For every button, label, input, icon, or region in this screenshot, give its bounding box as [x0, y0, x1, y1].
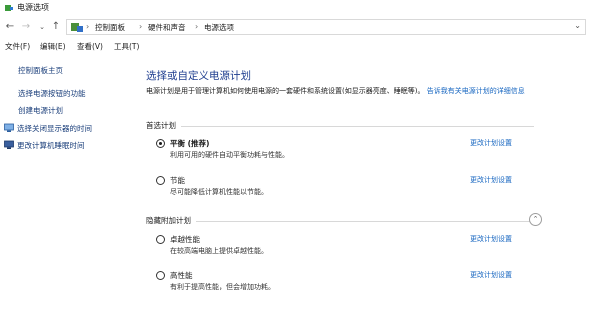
sidebar-display-off-time[interactable]: 选择关闭显示器的时间 [4, 123, 92, 134]
sidebar-display-off-time-label: 选择关闭显示器的时间 [17, 124, 92, 133]
window-title: 电源选项 [17, 3, 49, 12]
preferred-plans-header: 首选计划 [146, 120, 534, 132]
menu-view[interactable]: 查看(V) [77, 42, 103, 52]
section-divider [146, 126, 534, 127]
forward-arrow-icon[interactable]: → [20, 20, 32, 34]
title-bar: 电源选项 [0, 0, 600, 16]
navigation-bar: ← → ⌄ ↑ › 控制面板 › 硬件和声音 › 电源选项 ⌄ [0, 17, 600, 37]
plan-power-saver: 节能 尽可能降低计算机性能以节能。 更改计划设置 [156, 175, 526, 199]
sidebar-sleep-time[interactable]: 更改计算机睡眠时间 [4, 140, 85, 151]
plan-description: 有利于提高性能，但会增加功耗。 [170, 283, 275, 291]
address-dropdown-icon[interactable]: ⌄ [574, 21, 581, 30]
address-bar[interactable]: › 控制面板 › 硬件和声音 › 电源选项 ⌄ [66, 19, 586, 35]
change-plan-settings-link[interactable]: 更改计划设置 [470, 270, 512, 281]
power-options-icon [5, 5, 13, 11]
menu-bar: 文件(F) 编辑(E) 查看(V) 工具(T) [0, 40, 600, 54]
breadcrumb-control-panel[interactable]: 控制面板 [95, 22, 125, 33]
page-description: 电源计划是用于管理计算机如何使用电源的一套硬件和系统设置(如显示器亮度、睡眠等)… [146, 86, 556, 97]
breadcrumb-power-options[interactable]: 电源选项 [204, 22, 234, 33]
menu-file[interactable]: 文件(F) [5, 42, 30, 52]
plan-ultimate-performance-radio[interactable] [156, 235, 165, 244]
plan-name[interactable]: 平衡 (推荐) [170, 138, 209, 149]
display-icon [4, 123, 14, 132]
collapse-chevron-up-icon[interactable]: ⌃ [529, 213, 542, 226]
sidebar-power-button-function[interactable]: 选择电源按钮的功能 [18, 89, 86, 99]
power-plan-details-link[interactable]: 告诉我有关电源计划的详细信息 [427, 87, 525, 95]
change-plan-settings-link[interactable]: 更改计划设置 [470, 138, 512, 149]
breadcrumb-separator-icon: › [86, 22, 90, 31]
plan-description: 在较高端电脑上提供卓越性能。 [170, 247, 268, 255]
plan-description: 利用可用的硬件自动平衡功耗与性能。 [170, 151, 289, 159]
plan-high-performance-radio[interactable] [156, 271, 165, 280]
plan-name[interactable]: 卓越性能 [170, 234, 200, 245]
breadcrumb-hardware-sound[interactable]: 硬件和声音 [148, 22, 186, 33]
hidden-plans-label: 隐藏附加计划 [146, 215, 196, 226]
menu-tools[interactable]: 工具(T) [114, 42, 139, 52]
back-arrow-icon[interactable]: ← [4, 20, 16, 34]
breadcrumb-separator-icon: › [195, 22, 199, 31]
sidebar-create-power-plan[interactable]: 创建电源计划 [18, 106, 63, 116]
sidebar-control-panel-home[interactable]: 控制面板主页 [18, 66, 63, 76]
plan-ultimate-performance: 卓越性能 在较高端电脑上提供卓越性能。 更改计划设置 [156, 234, 526, 258]
breadcrumb-separator-icon: › [139, 22, 143, 31]
sidebar-sleep-time-label: 更改计算机睡眠时间 [17, 141, 85, 150]
hidden-plans-header[interactable]: 隐藏附加计划 ⌃ [146, 213, 542, 227]
up-arrow-icon[interactable]: ↑ [50, 20, 62, 34]
sleep-monitor-icon [4, 140, 14, 149]
main-content: 选择或自定义电源计划 电源计划是用于管理计算机如何使用电源的一套硬件和系统设置(… [146, 58, 596, 328]
plan-description: 尽可能降低计算机性能以节能。 [170, 188, 268, 196]
plan-balanced-radio[interactable] [156, 139, 165, 148]
change-plan-settings-link[interactable]: 更改计划设置 [470, 234, 512, 245]
recent-dropdown-icon[interactable]: ⌄ [36, 20, 48, 34]
plan-name[interactable]: 节能 [170, 175, 185, 186]
preferred-plans-label: 首选计划 [146, 120, 181, 131]
plan-name[interactable]: 高性能 [170, 270, 193, 281]
section-divider [146, 221, 534, 222]
plan-power-saver-radio[interactable] [156, 176, 165, 185]
page-title: 选择或自定义电源计划 [146, 70, 251, 82]
plan-balanced: 平衡 (推荐) 利用可用的硬件自动平衡功耗与性能。 更改计划设置 [156, 138, 526, 162]
menu-edit[interactable]: 编辑(E) [40, 42, 66, 52]
change-plan-settings-link[interactable]: 更改计划设置 [470, 175, 512, 186]
description-text: 电源计划是用于管理计算机如何使用电源的一套硬件和系统设置(如显示器亮度、睡眠等)… [146, 87, 425, 95]
plan-high-performance: 高性能 有利于提高性能，但会增加功耗。 更改计划设置 [156, 270, 526, 294]
sidebar: 控制面板主页 选择电源按钮的功能 创建电源计划 选择关闭显示器的时间 更改计算机… [0, 58, 140, 328]
control-panel-icon [71, 23, 83, 32]
